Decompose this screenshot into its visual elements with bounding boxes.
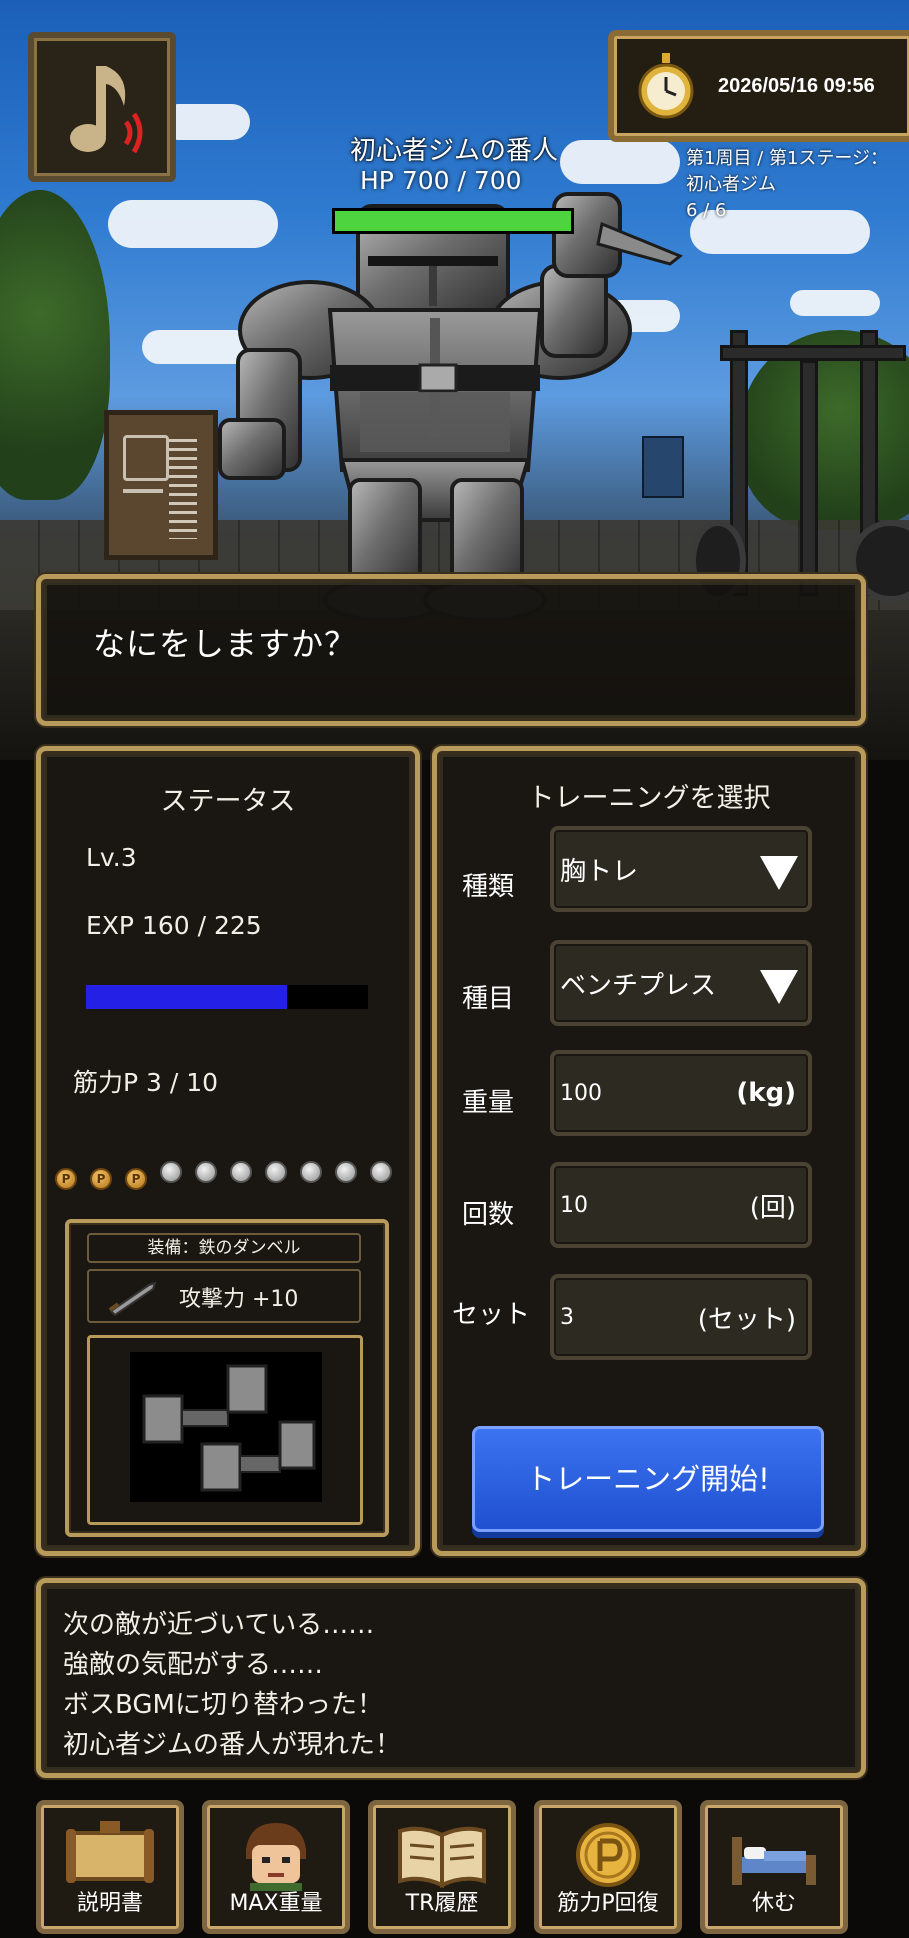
attack-bonus-row: 攻撃力 +10 [87, 1269, 361, 1323]
strength-coin-filled: P [125, 1168, 147, 1190]
p-coin-icon [576, 1823, 640, 1887]
music-note-sound-icon [70, 66, 143, 154]
nav-label-strength-recovery: 筋力P回復 [557, 1891, 659, 1916]
weight-label: 重量 [462, 1088, 515, 1118]
strength-coin-empty [265, 1161, 287, 1183]
enemy-hp-text: HP 700 / 700 [360, 166, 522, 195]
training-title: トレーニングを選択 [527, 783, 771, 814]
level-text: Lv.3 [86, 843, 137, 872]
strength-coin-empty [335, 1161, 357, 1183]
log-line: ボスBGMに切り替わった！ [63, 1690, 383, 1720]
datetime-panel: 2026/05/16 09:56 [608, 30, 909, 142]
weight-value: 100 [560, 1080, 602, 1106]
datetime-text: 2026/05/16 09:56 [718, 74, 875, 97]
stage-progress-text: 6 / 6 [686, 200, 727, 221]
enemy-name: 初心者ジムの番人 [350, 136, 559, 166]
exercise-value: ベンチプレス [560, 970, 717, 1001]
strength-coin-filled: P [55, 1168, 77, 1190]
weight-input[interactable]: 100 (kg) [550, 1050, 812, 1136]
enemy-hp-fill [335, 211, 571, 231]
nav-button-training-history[interactable]: TR履歴 [368, 1800, 516, 1934]
exp-bar-fill [86, 985, 287, 1009]
chevron-down-icon [760, 856, 798, 890]
music-toggle-button[interactable] [28, 32, 176, 182]
equipment-box: 装備：鉄のダンベル 攻撃力 +10 [65, 1219, 389, 1537]
bed-icon [732, 1837, 816, 1885]
status-title: ステータス [160, 786, 296, 817]
log-line: 初心者ジムの番人が現れた！ [63, 1730, 402, 1760]
nav-button-strength-recovery[interactable]: 筋力P回復 [534, 1800, 682, 1934]
dialog-box: なにをしますか？ [36, 574, 866, 726]
type-label: 種類 [462, 872, 515, 902]
equipment-image-frame [87, 1335, 363, 1525]
nav-button-max-weight[interactable]: MAX重量 [202, 1800, 350, 1934]
stage-info: 第1周目 / 第1ステージ： 初心者ジム 6 / 6 [686, 146, 888, 224]
nav-label-max-weight: MAX重量 [229, 1891, 323, 1916]
hero-face-icon [246, 1823, 306, 1891]
enemy-hp-bar [332, 208, 574, 234]
strength-coin-row: PPP [55, 1161, 405, 1190]
equipment-label: 装備：鉄のダンベル [87, 1233, 361, 1263]
nav-label-training-history: TR履歴 [405, 1891, 479, 1916]
sets-label: セット [452, 1300, 531, 1330]
weight-unit: (kg) [736, 1078, 796, 1108]
strength-coin-empty [195, 1161, 217, 1183]
reps-unit: (回) [749, 1192, 796, 1223]
training-type-select[interactable]: 胸トレ [550, 826, 812, 912]
chevron-down-icon [760, 970, 798, 1004]
exercise-label: 種目 [462, 984, 515, 1014]
status-panel: ステータス Lv.3 EXP 160 / 225 筋力P 3 / 10 PPP … [36, 746, 420, 1556]
start-training-button[interactable]: トレーニング開始! [472, 1426, 824, 1532]
strength-coin-filled: P [90, 1168, 112, 1190]
open-book-icon [398, 1826, 486, 1889]
nav-button-manual[interactable]: 説明書 [36, 1800, 184, 1934]
reps-input[interactable]: 10 (回) [550, 1162, 812, 1248]
log-line: 次の敵が近づいている…… [63, 1610, 375, 1640]
log-line: 強敵の気配がする…… [63, 1650, 324, 1680]
message-log: 次の敵が近づいている…… 強敵の気配がする…… ボスBGMに切り替わった！ 初心者ジム… [36, 1578, 866, 1778]
pocket-watch-icon [638, 53, 694, 119]
sets-unit: (セット) [697, 1304, 796, 1335]
strength-coin-empty [160, 1161, 182, 1183]
stage-name-text: 初心者ジム [686, 174, 776, 195]
nav-label-rest: 休む [751, 1891, 796, 1916]
strength-coin-empty [370, 1161, 392, 1183]
attack-bonus-text: 攻撃力 +10 [179, 1287, 299, 1312]
strength-points-text: 筋力P 3 / 10 [73, 1068, 219, 1097]
sets-input[interactable]: 3 (セット) [550, 1274, 812, 1360]
dialog-prompt-text: なにをしますか？ [93, 625, 358, 663]
strength-coin-empty [230, 1161, 252, 1183]
scroll-sign-icon [66, 1821, 154, 1883]
reps-label: 回数 [462, 1200, 515, 1230]
sets-value: 3 [560, 1304, 574, 1330]
exercise-select[interactable]: ベンチプレス [550, 940, 812, 1026]
nav-button-rest[interactable]: 休む [700, 1800, 848, 1934]
reps-value: 10 [560, 1192, 588, 1218]
training-type-value: 胸トレ [560, 856, 639, 887]
exp-text: EXP 160 / 225 [86, 911, 262, 940]
stage-round-text: 第1周目 / 第1ステージ： [686, 148, 889, 169]
gym-sign-board [104, 410, 218, 560]
iron-dumbbells-icon [130, 1352, 322, 1502]
strength-coin-empty [300, 1161, 322, 1183]
exp-bar [86, 985, 368, 1009]
nav-label-manual: 説明書 [76, 1891, 143, 1916]
message-log-lines: 次の敵が近づいている…… 強敵の気配がする…… ボスBGMに切り替わった！ 初心者ジム… [63, 1605, 401, 1765]
sword-icon [108, 1281, 157, 1317]
